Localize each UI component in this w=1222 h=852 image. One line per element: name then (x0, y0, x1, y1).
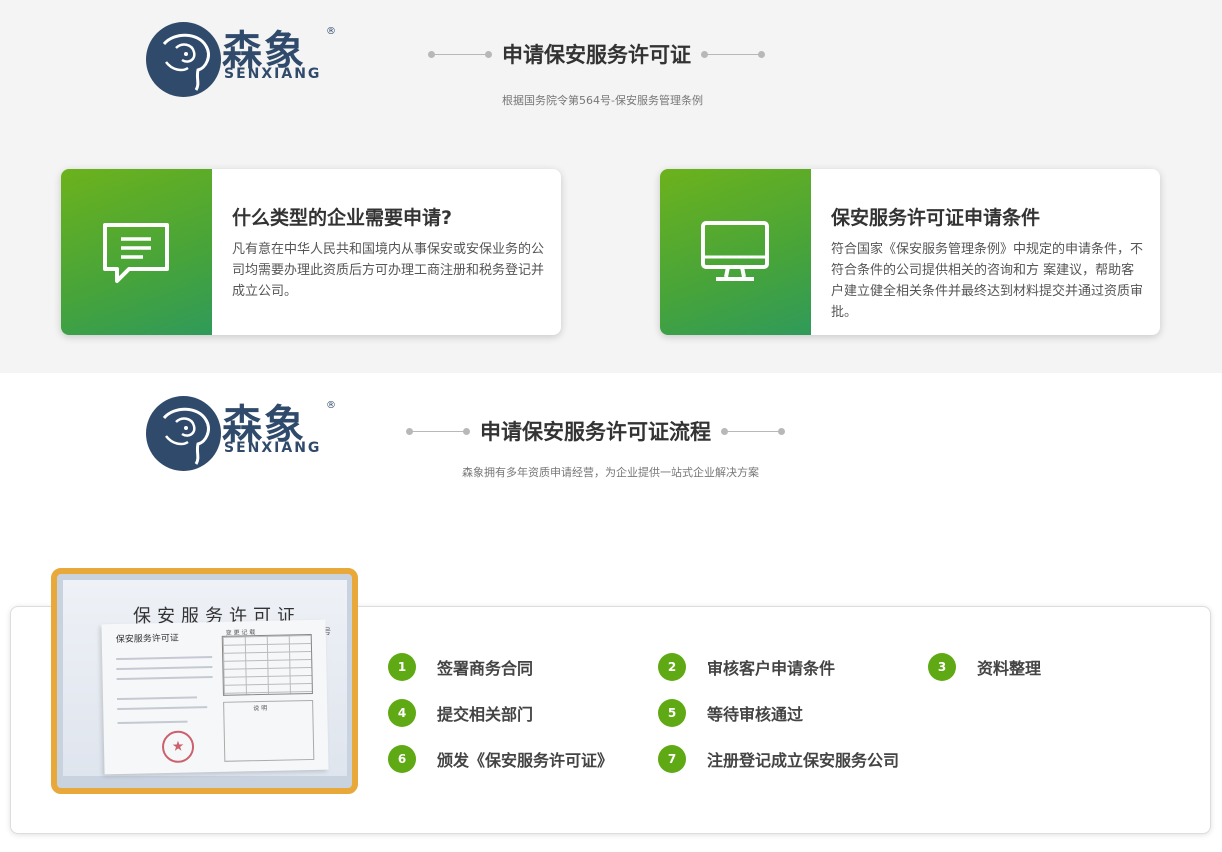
change-record-table (221, 633, 313, 696)
step-number-badge: 7 (658, 745, 686, 773)
step-label: 颁发《保安服务许可证》 (437, 751, 614, 770)
step-number-badge: 6 (388, 745, 416, 773)
elephant-logo-icon (146, 22, 221, 97)
card-title: 什么类型的企业需要申请? (232, 207, 453, 229)
step-number-badge: 3 (928, 653, 956, 681)
section-title-group: 申请保安服务许可证 (428, 34, 765, 74)
step-label: 资料整理 (977, 659, 1042, 678)
info-card-who: 什么类型的企业需要申请? 凡有意在中华人民共和国境内从事保安或安保业务的公司均需… (61, 169, 561, 335)
notes-heading: 说 明 (253, 704, 268, 713)
section-title: 申请保安服务许可证 (502, 43, 691, 67)
step-number-badge: 5 (658, 699, 686, 727)
card-icon-box (61, 169, 212, 335)
brand-name-en: SENXIANG (224, 66, 322, 82)
section-title: 申请保安服务许可证流程 (480, 420, 711, 444)
text-line (117, 720, 188, 725)
step-label: 等待审核通过 (707, 705, 804, 724)
text-line (117, 706, 208, 711)
process-step-3: 3 资料整理 (928, 652, 1041, 682)
certificate-page: 保安服务许可证 变 更 记 载 说 明 ★ (101, 619, 329, 775)
process-step-5: 5 等待审核通过 (658, 698, 803, 728)
section-title-group: 申请保安服务许可证流程 (406, 411, 785, 451)
title-divider-right (721, 427, 785, 435)
process-step-1: 1 签署商务合同 (388, 652, 533, 682)
process-step-2: 2 审核客户申请条件 (658, 652, 835, 682)
section-subtitle: 森象拥有多年资质申请经营，为企业提供一站式企业解决方案 (462, 466, 759, 479)
info-card-conditions: 保安服务许可证申请条件 符合国家《保安服务管理条例》中规定的申请条件，不符合条件… (660, 169, 1160, 335)
brand-name-en: SENXIANG (224, 440, 322, 456)
card-description: 符合国家《保安服务管理条例》中规定的申请条件，不符合条件的公司提供相关的咨询和方… (831, 242, 1144, 320)
step-label: 注册登记成立保安服务公司 (707, 751, 900, 770)
step-number-badge: 1 (388, 653, 416, 681)
step-label: 审核客户申请条件 (707, 659, 836, 678)
card-title: 保安服务许可证申请条件 (831, 207, 1041, 229)
brand-logo[interactable]: 森象 ® SENXIANG (146, 396, 346, 476)
official-seal-icon: ★ (161, 730, 195, 764)
brand-logo[interactable]: 森象 ® SENXIANG (146, 22, 346, 102)
registered-mark: ® (326, 26, 336, 37)
step-number-badge: 4 (388, 699, 416, 727)
monitor-icon (701, 221, 769, 281)
chat-bubble-icon (103, 223, 169, 283)
card-description: 凡有意在中华人民共和国境内从事保安或安保业务的公司均需要办理此资质后方可办理工商… (232, 242, 545, 299)
text-line (116, 676, 213, 681)
section-subtitle: 根据国务院令第564号-保安服务管理条例 (502, 94, 703, 107)
title-divider-left (428, 50, 492, 58)
certificate-inner-title: 保安服务许可证 (115, 633, 179, 646)
card-icon-box (660, 169, 811, 335)
text-line (116, 666, 213, 671)
step-number-badge: 2 (658, 653, 686, 681)
process-step-6: 6 颁发《保安服务许可证》 (388, 744, 613, 774)
notes-table (223, 699, 315, 762)
step-label: 提交相关部门 (437, 705, 534, 724)
registered-mark: ® (326, 400, 336, 411)
text-line (117, 696, 198, 701)
process-step-4: 4 提交相关部门 (388, 698, 533, 728)
title-divider-left (406, 427, 470, 435)
text-line (116, 656, 213, 661)
process-step-7: 7 注册登记成立保安服务公司 (658, 744, 899, 774)
elephant-logo-icon (146, 396, 221, 471)
title-divider-right (701, 50, 765, 58)
certificate-photo: 保安服务许可证 号 保安服务许可证 变 更 记 载 说 明 ★ (51, 568, 358, 794)
step-label: 签署商务合同 (437, 659, 534, 678)
